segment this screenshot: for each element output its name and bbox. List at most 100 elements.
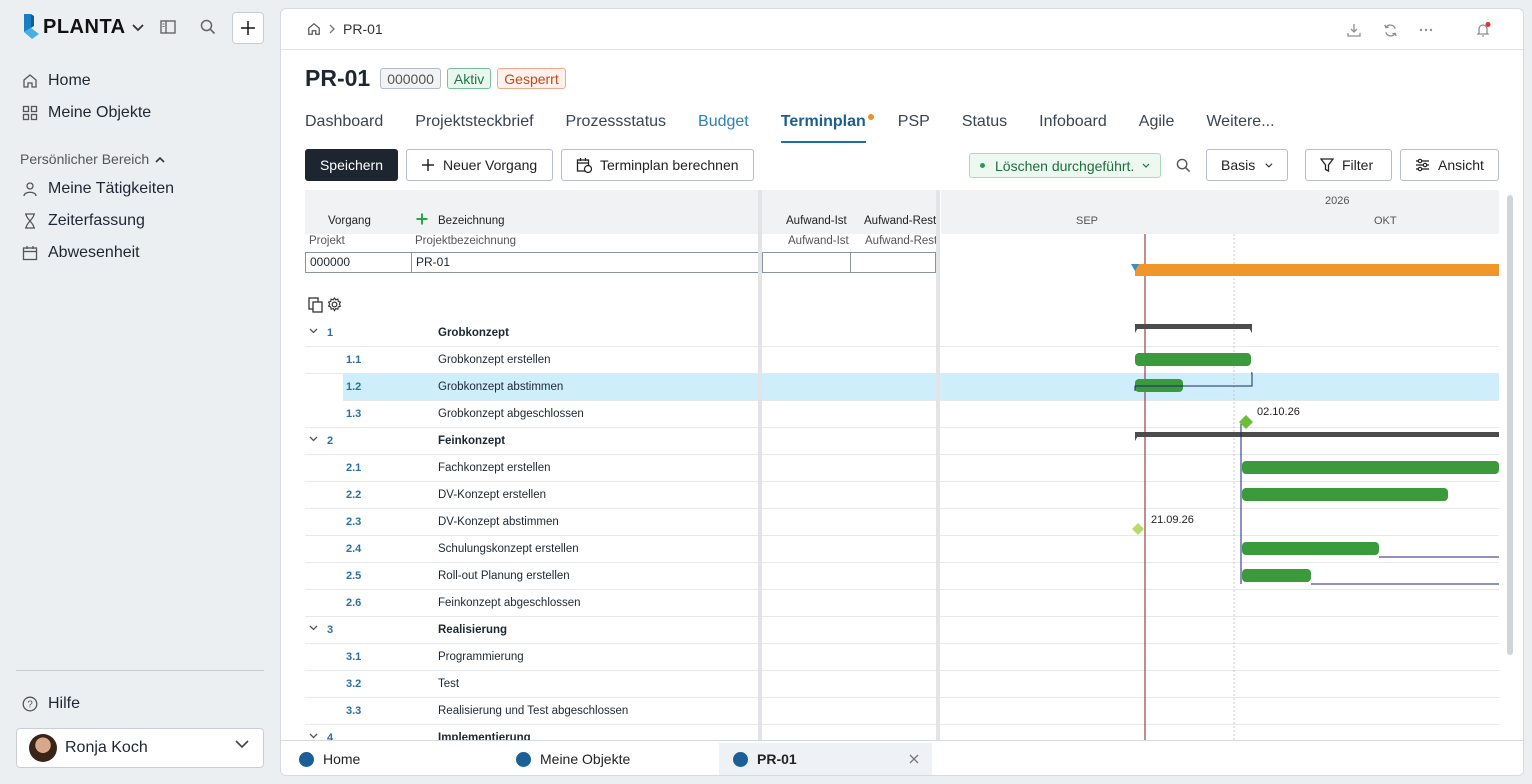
sidebar-item-time-tracking[interactable]: Zeiterfassung: [22, 209, 145, 233]
bottom-tab-label: PR-01: [757, 751, 797, 767]
tab-terminplan[interactable]: Terminplan: [780, 113, 874, 143]
unsaved-dot: [867, 114, 874, 120]
section-label: Persönlicher Bereich: [20, 151, 150, 167]
task-bar: [1242, 488, 1448, 501]
plus-icon: [422, 159, 434, 171]
task-bar: [1242, 461, 1499, 474]
breadcrumb-current[interactable]: PR-01: [343, 21, 383, 37]
sidebar: PLANTA Home Meine Objekte Persönlicher B…: [0, 0, 280, 784]
button-label: Ansicht: [1438, 157, 1484, 173]
sidebar-divider: [16, 670, 264, 671]
tab-dot-icon: [299, 751, 314, 767]
search-icon[interactable]: [1174, 156, 1192, 174]
button-label: Filter: [1342, 157, 1374, 173]
tab-dashboard[interactable]: Dashboard: [305, 113, 383, 143]
section-personal[interactable]: Persönlicher Bereich: [20, 151, 165, 167]
calculate-schedule-button[interactable]: Terminplan berechnen: [561, 149, 754, 181]
more-icon[interactable]: [1417, 21, 1435, 39]
bottom-tab-bar: Home Meine Objekte PR-01: [281, 740, 1523, 775]
sidebar-item-my-objects[interactable]: Meine Objekte: [22, 101, 151, 125]
tab-status[interactable]: Status: [962, 113, 1007, 143]
status-message[interactable]: Löschen durchgeführt.: [969, 153, 1162, 178]
new-task-button[interactable]: Neuer Vorgang: [406, 149, 553, 181]
tab-dot-icon: [733, 751, 748, 767]
chevron-down-icon: [1265, 162, 1273, 168]
close-icon[interactable]: [909, 754, 919, 764]
hourglass-icon: [25, 213, 35, 229]
main-panel: PR-01 PR-01 000000 Aktiv Gesperrt Dashbo…: [280, 8, 1524, 776]
button-label: Neuer Vorgang: [443, 157, 538, 173]
tab-dot-icon: [516, 751, 531, 767]
avatar: [29, 734, 57, 762]
calendar-refresh-icon: [576, 158, 592, 173]
user-icon: [23, 182, 37, 197]
tab-agile[interactable]: Agile: [1139, 113, 1175, 143]
gantt-chart: [941, 234, 1499, 740]
bottom-tab-label: Home: [323, 751, 361, 767]
summary-bar: [1135, 432, 1499, 437]
milestone-label-1: 02.10.26: [1257, 406, 1300, 418]
bottom-tab-label: Meine Objekte: [540, 751, 631, 767]
gantt-selection-band: [941, 374, 1499, 396]
select-value: Basis: [1221, 157, 1256, 173]
project-bar: [1135, 264, 1499, 276]
baseline-select[interactable]: Basis: [1206, 149, 1288, 181]
bottom-tab-home[interactable]: Home: [285, 743, 495, 775]
breadcrumb: PR-01: [307, 21, 383, 37]
bottom-tab-pr01[interactable]: PR-01: [719, 743, 932, 775]
sidebar-item-activities[interactable]: Meine Tätigkeiten: [22, 177, 174, 201]
summary-bar: [1135, 324, 1252, 329]
status-dot: [980, 163, 985, 168]
user-menu[interactable]: Ronja Koch: [16, 728, 264, 768]
view-button[interactable]: Ansicht: [1400, 149, 1499, 181]
gantt-month-sep: SEP: [1076, 215, 1099, 227]
button-label: Terminplan berechnen: [600, 157, 739, 173]
bell-icon[interactable]: [1474, 21, 1492, 39]
chevron-down-icon: [1142, 163, 1150, 168]
add-button[interactable]: [232, 12, 264, 44]
sliders-icon: [1416, 158, 1429, 172]
sidebar-item-label: Meine Objekte: [48, 104, 152, 121]
tab-bar: Dashboard Projektsteckbrief Prozessstatu…: [305, 113, 1307, 143]
gantt-month-okt: OKT: [1374, 215, 1397, 227]
planta-logo-icon: [22, 14, 40, 41]
schedule-grid: Vorgang Bezeichnung Aufwand-Ist Aufwand-…: [281, 190, 1523, 740]
task-bar: [1135, 353, 1251, 366]
milestone-diamond: [1132, 523, 1144, 535]
download-icon[interactable]: [1345, 21, 1363, 39]
task-bar: [1242, 542, 1379, 555]
home-icon: [23, 74, 37, 88]
sidebar-item-absence[interactable]: Abwesenheit: [22, 241, 140, 265]
project-number-badge: 000000: [380, 68, 441, 89]
tab-budget[interactable]: Budget: [698, 113, 749, 143]
tab-infoboard[interactable]: Infoboard: [1039, 113, 1107, 143]
status-text: Löschen durchgeführt.: [995, 157, 1135, 174]
home-icon[interactable]: [307, 22, 321, 36]
grid-icon: [22, 105, 38, 121]
tab-projektsteckbrief[interactable]: Projektsteckbrief: [415, 113, 533, 143]
sidebar-item-label: Zeiterfassung: [48, 212, 145, 229]
sidebar-toggle-icon[interactable]: [158, 17, 178, 37]
search-icon[interactable]: [198, 17, 218, 37]
tab-prozessstatus[interactable]: Prozessstatus: [566, 113, 666, 143]
bottom-tab-my-objects[interactable]: Meine Objekte: [502, 743, 712, 775]
brand-menu[interactable]: PLANTA: [22, 14, 144, 41]
tab-more[interactable]: Weitere...: [1206, 113, 1274, 143]
filter-button[interactable]: Filter: [1305, 149, 1392, 181]
page-title: PR-01: [305, 65, 371, 91]
refresh-icon[interactable]: [1381, 21, 1399, 39]
sidebar-item-label: Abwesenheit: [48, 244, 140, 261]
brand-name: PLANTA: [43, 16, 126, 38]
sidebar-item-label: Home: [48, 72, 91, 89]
sidebar-item-home[interactable]: Home: [22, 69, 91, 93]
calendar-icon: [22, 246, 38, 261]
chevron-down-icon: [235, 740, 249, 749]
project-header: PR-01 000000 Aktiv Gesperrt: [305, 65, 572, 92]
tab-psp[interactable]: PSP: [898, 113, 930, 143]
vertical-scrollbar[interactable]: [1507, 195, 1513, 655]
sidebar-item-label: Meine Tätigkeiten: [48, 180, 174, 197]
save-button[interactable]: Speichern: [305, 149, 398, 181]
filter-icon: [1320, 158, 1334, 172]
help-link[interactable]: ? Hilfe: [22, 692, 80, 716]
status-badge-locked: Gesperrt: [497, 68, 566, 89]
